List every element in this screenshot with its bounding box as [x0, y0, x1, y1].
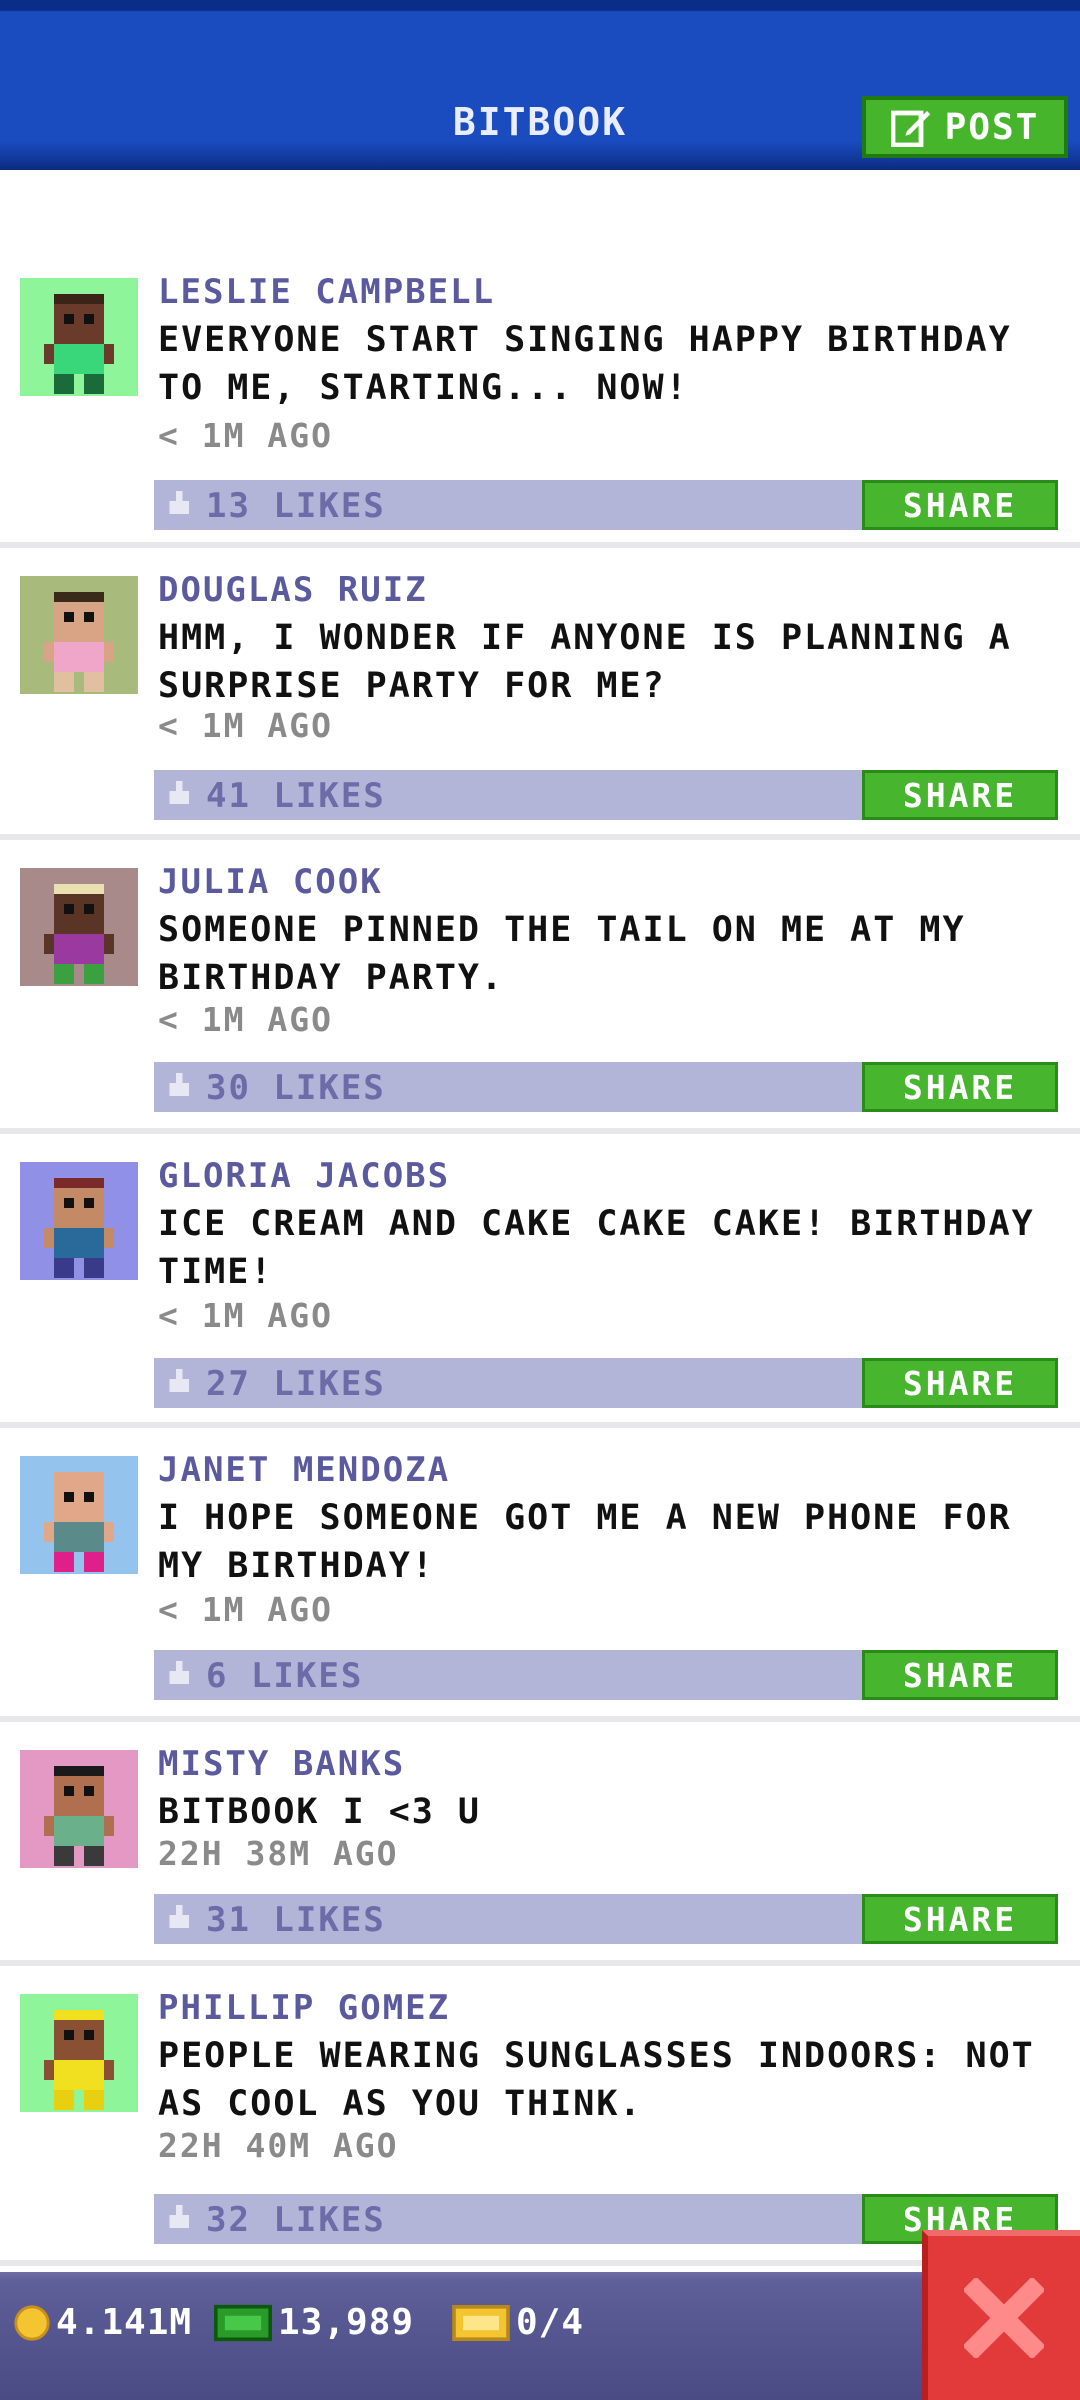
like-count: 31 LIKES	[206, 1900, 386, 1940]
user-avatar[interactable]	[20, 1162, 138, 1280]
like-bar: 27 LIKES SHARE	[154, 1358, 1058, 1408]
share-button[interactable]: SHARE	[862, 770, 1058, 820]
thumbs-up-icon[interactable]	[166, 780, 192, 808]
user-avatar[interactable]	[20, 868, 138, 986]
like-count: 6 LIKES	[206, 1656, 364, 1696]
bux-value: 13,989	[278, 2302, 415, 2343]
post-timestamp: < 1M AGO	[158, 706, 333, 745]
like-bar: 13 LIKES SHARE	[154, 480, 1058, 530]
like-bar: 31 LIKES SHARE	[154, 1894, 1058, 1944]
coin-icon	[14, 2304, 50, 2341]
post-author[interactable]: LESLIE CAMPBELL	[158, 272, 495, 312]
share-button[interactable]: SHARE	[862, 1062, 1058, 1112]
like-bar: 6 LIKES SHARE	[154, 1650, 1058, 1700]
thumbs-up-icon[interactable]	[166, 1368, 192, 1396]
thumbs-up-icon[interactable]	[166, 1072, 192, 1100]
feed-post: LESLIE CAMPBELL EVERYONE START SINGING HA…	[0, 250, 1080, 548]
share-button[interactable]: SHARE	[862, 1358, 1058, 1408]
like-count: 41 LIKES	[206, 776, 386, 816]
thumbs-up-icon[interactable]	[166, 490, 192, 518]
post-text: HMM, I WONDER IF ANYONE IS PLANNING A SU…	[158, 618, 1012, 706]
thumbs-up-icon[interactable]	[166, 1660, 192, 1688]
like-bar: 30 LIKES SHARE	[154, 1062, 1058, 1112]
tickets-stat: 0/4	[452, 2302, 584, 2343]
coins-value: 4.141M	[56, 2302, 193, 2343]
like-count: 30 LIKES	[206, 1068, 386, 1108]
tickets-value: 0/4	[516, 2302, 585, 2343]
user-avatar[interactable]	[20, 1456, 138, 1574]
post-text: ICE CREAM AND CAKE CAKE CAKE! BIRTHDAY T…	[158, 1204, 1035, 1292]
feed-post: GLORIA JACOBS ICE CREAM AND CAKE CAKE CAK…	[0, 1134, 1080, 1428]
user-avatar[interactable]	[20, 278, 138, 396]
post-timestamp: < 1M AGO	[158, 1000, 333, 1039]
post-text: EVERYONE START SINGING HAPPY BIRTHDAY TO…	[158, 320, 1012, 408]
thumbs-up-icon[interactable]	[166, 2204, 192, 2232]
user-avatar[interactable]	[20, 576, 138, 694]
share-button[interactable]: SHARE	[862, 1650, 1058, 1700]
feed-post: MISTY BANKS BITBOOK I <3 U 22H 38M AGO 31 L…	[0, 1722, 1080, 1966]
post-button[interactable]: POST	[862, 96, 1068, 158]
user-avatar[interactable]	[20, 1750, 138, 1868]
share-button[interactable]: SHARE	[862, 1894, 1058, 1944]
post-timestamp: < 1M AGO	[158, 1296, 333, 1335]
post-text: PEOPLE WEARING SUNGLASSES INDOORS: NOT A…	[158, 2036, 1035, 2124]
feed-post: PHILLIP GOMEZ PEOPLE WEARING SUNGLASSES I…	[0, 1966, 1080, 2266]
post-author[interactable]: JANET MENDOZA	[158, 1450, 450, 1490]
app-header: BITBOOK POST	[0, 0, 1080, 170]
like-count: 13 LIKES	[206, 486, 386, 526]
post-text: I HOPE SOMEONE GOT ME A NEW PHONE FOR MY…	[158, 1498, 1012, 1586]
feed-post: JULIA COOK SOMEONE PINNED THE TAIL ON ME …	[0, 840, 1080, 1134]
share-button[interactable]: SHARE	[862, 480, 1058, 530]
post-author[interactable]: GLORIA JACOBS	[158, 1156, 450, 1196]
post-text: SOMEONE PINNED THE TAIL ON ME AT MY BIRT…	[158, 910, 966, 998]
feed-post: DOUGLAS RUIZ HMM, I WONDER IF ANYONE IS P…	[0, 548, 1080, 840]
like-bar: 41 LIKES SHARE	[154, 770, 1058, 820]
post-author[interactable]: PHILLIP GOMEZ	[158, 1988, 450, 2028]
feed-post: JANET MENDOZA I HOPE SOMEONE GOT ME A NEW…	[0, 1428, 1080, 1722]
user-avatar[interactable]	[20, 1994, 138, 2112]
bux-icon	[214, 2304, 272, 2341]
bottom-status-bar: 4.141M 13,989 0/4	[0, 2272, 1080, 2400]
post-author[interactable]: MISTY BANKS	[158, 1744, 405, 1784]
post-timestamp: < 1M AGO	[158, 416, 333, 455]
compose-icon	[890, 110, 930, 147]
post-timestamp: < 1M AGO	[158, 1590, 333, 1629]
bux-stat: 13,989	[214, 2302, 414, 2343]
post-text: BITBOOK I <3 U	[158, 1792, 482, 1832]
like-count: 32 LIKES	[206, 2200, 386, 2240]
post-timestamp: 22H 40M AGO	[158, 2126, 399, 2165]
ticket-icon	[452, 2304, 510, 2341]
like-count: 27 LIKES	[206, 1364, 386, 1404]
post-button-label: POST	[944, 106, 1040, 148]
post-timestamp: 22H 38M AGO	[158, 1834, 399, 1873]
thumbs-up-icon[interactable]	[166, 1904, 192, 1932]
close-icon	[964, 2278, 1044, 2358]
coins-stat: 4.141M	[14, 2302, 192, 2343]
post-author[interactable]: DOUGLAS RUIZ	[158, 570, 428, 610]
close-button[interactable]	[922, 2230, 1080, 2400]
post-author[interactable]: JULIA COOK	[158, 862, 383, 902]
